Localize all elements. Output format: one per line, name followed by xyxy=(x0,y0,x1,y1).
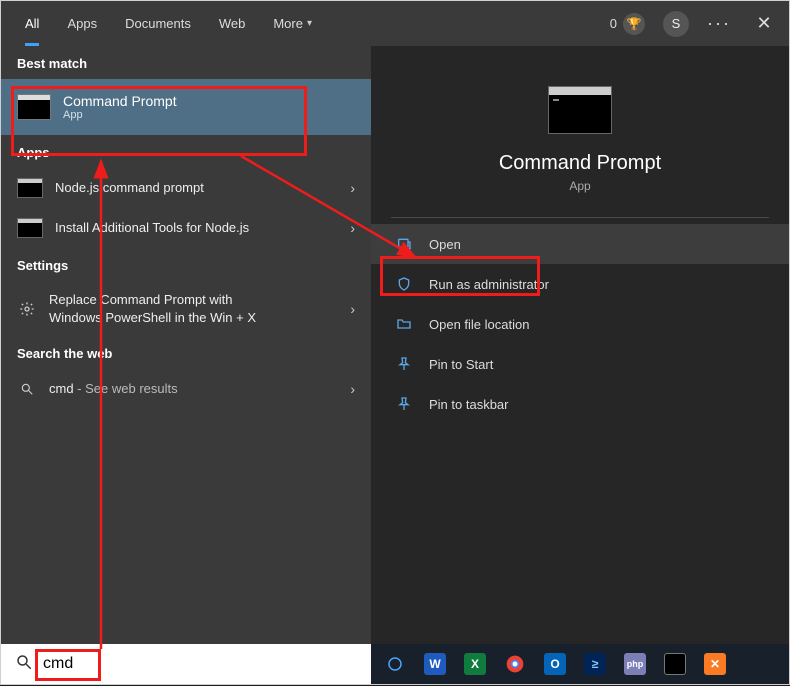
taskbar-powershell[interactable]: ≥ xyxy=(577,644,613,684)
header-right: 0 🏆 S ··· ✕ xyxy=(610,11,779,37)
tab-web[interactable]: Web xyxy=(205,1,260,46)
tab-label: Web xyxy=(219,16,246,31)
results-list: Best match Command Prompt App Apps Node.… xyxy=(1,46,371,644)
trophy-icon: 🏆 xyxy=(623,13,645,35)
close-button[interactable]: ✕ xyxy=(749,13,779,34)
chevron-right-icon: › xyxy=(350,220,355,236)
section-apps: Apps xyxy=(1,135,371,168)
web-query: cmd xyxy=(49,381,74,396)
taskbar-chrome[interactable] xyxy=(497,644,533,684)
divider xyxy=(391,217,769,218)
preview-hero: Command Prompt App xyxy=(371,86,789,193)
word-icon: W xyxy=(424,653,446,675)
search-icon xyxy=(17,379,37,399)
best-match-texts: Command Prompt App xyxy=(63,93,177,121)
section-settings: Settings xyxy=(1,248,371,281)
taskbar-xampp[interactable]: ✕ xyxy=(697,644,733,684)
folder-icon xyxy=(395,315,413,333)
gear-icon xyxy=(17,299,37,319)
search-body: Best match Command Prompt App Apps Node.… xyxy=(1,46,789,644)
command-prompt-icon xyxy=(17,218,43,238)
result-title: Replace Command Prompt with Windows Powe… xyxy=(49,291,338,326)
tab-label: All xyxy=(25,16,39,31)
result-title: cmd - See web results xyxy=(49,380,338,398)
chevron-right-icon: › xyxy=(350,301,355,317)
avatar-initial: S xyxy=(672,16,681,31)
taskbar-cortana[interactable] xyxy=(377,644,413,684)
taskbar: W X O ≥ php ✕ xyxy=(1,644,789,684)
more-options-button[interactable]: ··· xyxy=(707,13,731,34)
account-avatar[interactable]: S xyxy=(663,11,689,37)
shield-icon xyxy=(395,275,413,293)
outlook-icon: O xyxy=(544,653,566,675)
result-title: Node.js command prompt xyxy=(55,179,338,197)
tab-apps[interactable]: Apps xyxy=(53,1,111,46)
result-web-search[interactable]: cmd - See web results › xyxy=(1,369,371,409)
taskbar-outlook[interactable]: O xyxy=(537,644,573,684)
result-replace-cmd-powershell[interactable]: Replace Command Prompt with Windows Powe… xyxy=(1,281,371,336)
taskbar-apps: W X O ≥ php ✕ xyxy=(371,644,789,684)
tab-documents[interactable]: Documents xyxy=(111,1,205,46)
action-label: Pin to taskbar xyxy=(429,397,509,412)
command-prompt-icon xyxy=(548,86,612,134)
action-pin-start[interactable]: Pin to Start xyxy=(371,344,789,384)
powershell-icon: ≥ xyxy=(584,653,606,675)
open-icon xyxy=(395,235,413,253)
section-best-match: Best match xyxy=(1,46,371,79)
pin-icon xyxy=(395,395,413,413)
taskbar-php[interactable]: php xyxy=(617,644,653,684)
best-match-result[interactable]: Command Prompt App xyxy=(1,79,371,135)
search-input[interactable] xyxy=(43,655,357,673)
taskbar-word[interactable]: W xyxy=(417,644,453,684)
action-label: Open xyxy=(429,237,461,252)
search-icon xyxy=(15,653,33,676)
action-label: Pin to Start xyxy=(429,357,493,372)
result-nodejs-prompt[interactable]: Node.js command prompt › xyxy=(1,168,371,208)
tab-all[interactable]: All xyxy=(11,1,53,46)
action-label: Run as administrator xyxy=(429,277,549,292)
search-box[interactable] xyxy=(1,644,371,684)
taskbar-terminal[interactable] xyxy=(657,644,693,684)
rewards-points: 0 xyxy=(610,16,617,31)
search-header: All Apps Documents Web More ▾ 0 🏆 S ··· ✕ xyxy=(1,1,789,46)
tab-label: More xyxy=(273,16,303,31)
preview-subtitle: App xyxy=(371,179,789,193)
tab-more[interactable]: More ▾ xyxy=(259,1,326,46)
command-prompt-icon xyxy=(17,94,51,120)
search-tabs: All Apps Documents Web More ▾ xyxy=(11,1,326,46)
result-line1: Replace Command Prompt with xyxy=(49,291,338,309)
result-preview-pane: Command Prompt App Open Run as administr… xyxy=(371,46,789,644)
section-search-web: Search the web xyxy=(1,336,371,369)
action-label: Open file location xyxy=(429,317,529,332)
pin-icon xyxy=(395,355,413,373)
rewards-button[interactable]: 0 🏆 xyxy=(610,13,645,35)
excel-icon: X xyxy=(464,653,486,675)
taskbar-excel[interactable]: X xyxy=(457,644,493,684)
tab-label: Apps xyxy=(67,16,97,31)
chevron-right-icon: › xyxy=(350,180,355,196)
result-install-node-tools[interactable]: Install Additional Tools for Node.js › xyxy=(1,208,371,248)
action-open[interactable]: Open xyxy=(371,224,789,264)
chevron-right-icon: › xyxy=(350,381,355,397)
result-line2: Windows PowerShell in the Win + X xyxy=(49,309,338,327)
result-title: Install Additional Tools for Node.js xyxy=(55,219,338,237)
php-icon: php xyxy=(624,653,646,675)
terminal-icon xyxy=(664,653,686,675)
result-subtitle: App xyxy=(63,109,177,121)
action-pin-taskbar[interactable]: Pin to taskbar xyxy=(371,384,789,424)
action-open-location[interactable]: Open file location xyxy=(371,304,789,344)
action-run-admin[interactable]: Run as administrator xyxy=(371,264,789,304)
tab-label: Documents xyxy=(125,16,191,31)
command-prompt-icon xyxy=(17,178,43,198)
xampp-icon: ✕ xyxy=(704,653,726,675)
chevron-down-icon: ▾ xyxy=(307,18,312,29)
result-title: Command Prompt xyxy=(63,93,177,109)
web-suffix: - See web results xyxy=(74,381,178,396)
preview-title: Command Prompt xyxy=(371,152,789,175)
